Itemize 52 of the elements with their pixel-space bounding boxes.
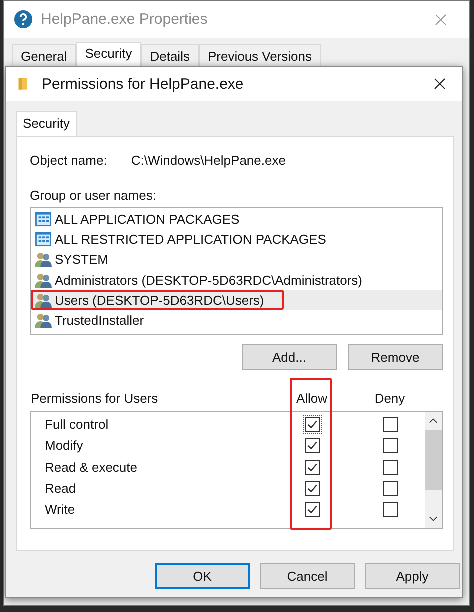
- allow-checkbox[interactable]: [304, 460, 320, 475]
- user-name: Users (DESKTOP-5D63RDC\Users): [55, 292, 264, 308]
- user-name: SYSTEM: [55, 252, 108, 268]
- section-label: Group or user names:: [30, 188, 156, 203]
- tab[interactable]: Security: [16, 111, 77, 136]
- dialog-button[interactable]: Add...: [242, 344, 337, 370]
- dialog-button[interactable]: Apply: [365, 563, 460, 589]
- column-header: Deny: [374, 390, 406, 406]
- close-icon[interactable]: [434, 78, 446, 90]
- help-icon: [14, 10, 33, 29]
- package-icon: [35, 212, 52, 227]
- deny-checkbox[interactable]: [382, 417, 398, 432]
- user-name: ALL APPLICATION PACKAGES: [55, 212, 240, 227]
- users-icon: [35, 292, 52, 308]
- list-item[interactable]: Users (DESKTOP-5D63RDC\Users): [31, 290, 442, 310]
- deny-checkbox[interactable]: [382, 481, 398, 496]
- permission-name: Modify: [44, 438, 84, 454]
- allow-checkbox[interactable]: [304, 481, 320, 496]
- users-icon: [35, 272, 52, 288]
- deny-checkbox[interactable]: [382, 502, 398, 518]
- dialog-button[interactable]: Remove: [348, 344, 443, 370]
- list-item[interactable]: ALL APPLICATION PACKAGES: [31, 209, 442, 230]
- list-item[interactable]: Administrators (DESKTOP-5D63RDC\Administrators): [31, 270, 442, 290]
- user-name: Administrators (DESKTOP-5D63RDC\Administrators): [55, 272, 362, 288]
- deny-checkbox[interactable]: [382, 438, 398, 454]
- scroll-down-icon[interactable]: [429, 516, 438, 522]
- list-item[interactable]: SYSTEM: [31, 250, 442, 270]
- field-label: Object name:: [30, 153, 108, 168]
- deny-checkbox[interactable]: [382, 460, 398, 475]
- package-icon: [35, 232, 52, 247]
- column-header: Allow: [295, 390, 329, 406]
- folder-icon: [18, 76, 28, 92]
- scrollbar[interactable]: [425, 412, 442, 528]
- permission-name: Read: [44, 481, 78, 496]
- window-title: HelpPane.exe Properties: [41, 11, 208, 28]
- object-name: C:\Windows\HelpPane.exe: [131, 153, 286, 168]
- allow-checkbox[interactable]: [304, 438, 320, 454]
- section-label: Permissions for Users: [30, 390, 160, 406]
- dialog-title: Permissions for HelpPane.exe: [42, 76, 244, 92]
- list-item[interactable]: TrustedInstaller: [31, 310, 442, 331]
- dialog-button[interactable]: OK: [155, 563, 250, 589]
- list-item[interactable]: ALL RESTRICTED APPLICATION PACKAGES: [31, 229, 442, 250]
- allow-checkbox[interactable]: [304, 502, 320, 518]
- user-name: TrustedInstaller: [55, 313, 144, 328]
- dialog-button[interactable]: Cancel: [260, 563, 355, 589]
- users-icon: [35, 252, 52, 268]
- users-icon: [35, 313, 52, 328]
- permission-name: Full control: [44, 417, 110, 432]
- permission-name: Write: [44, 502, 76, 518]
- permission-name: Read & execute: [44, 460, 139, 475]
- scroll-up-icon[interactable]: [429, 418, 438, 424]
- user-name: ALL RESTRICTED APPLICATION PACKAGES: [55, 232, 326, 247]
